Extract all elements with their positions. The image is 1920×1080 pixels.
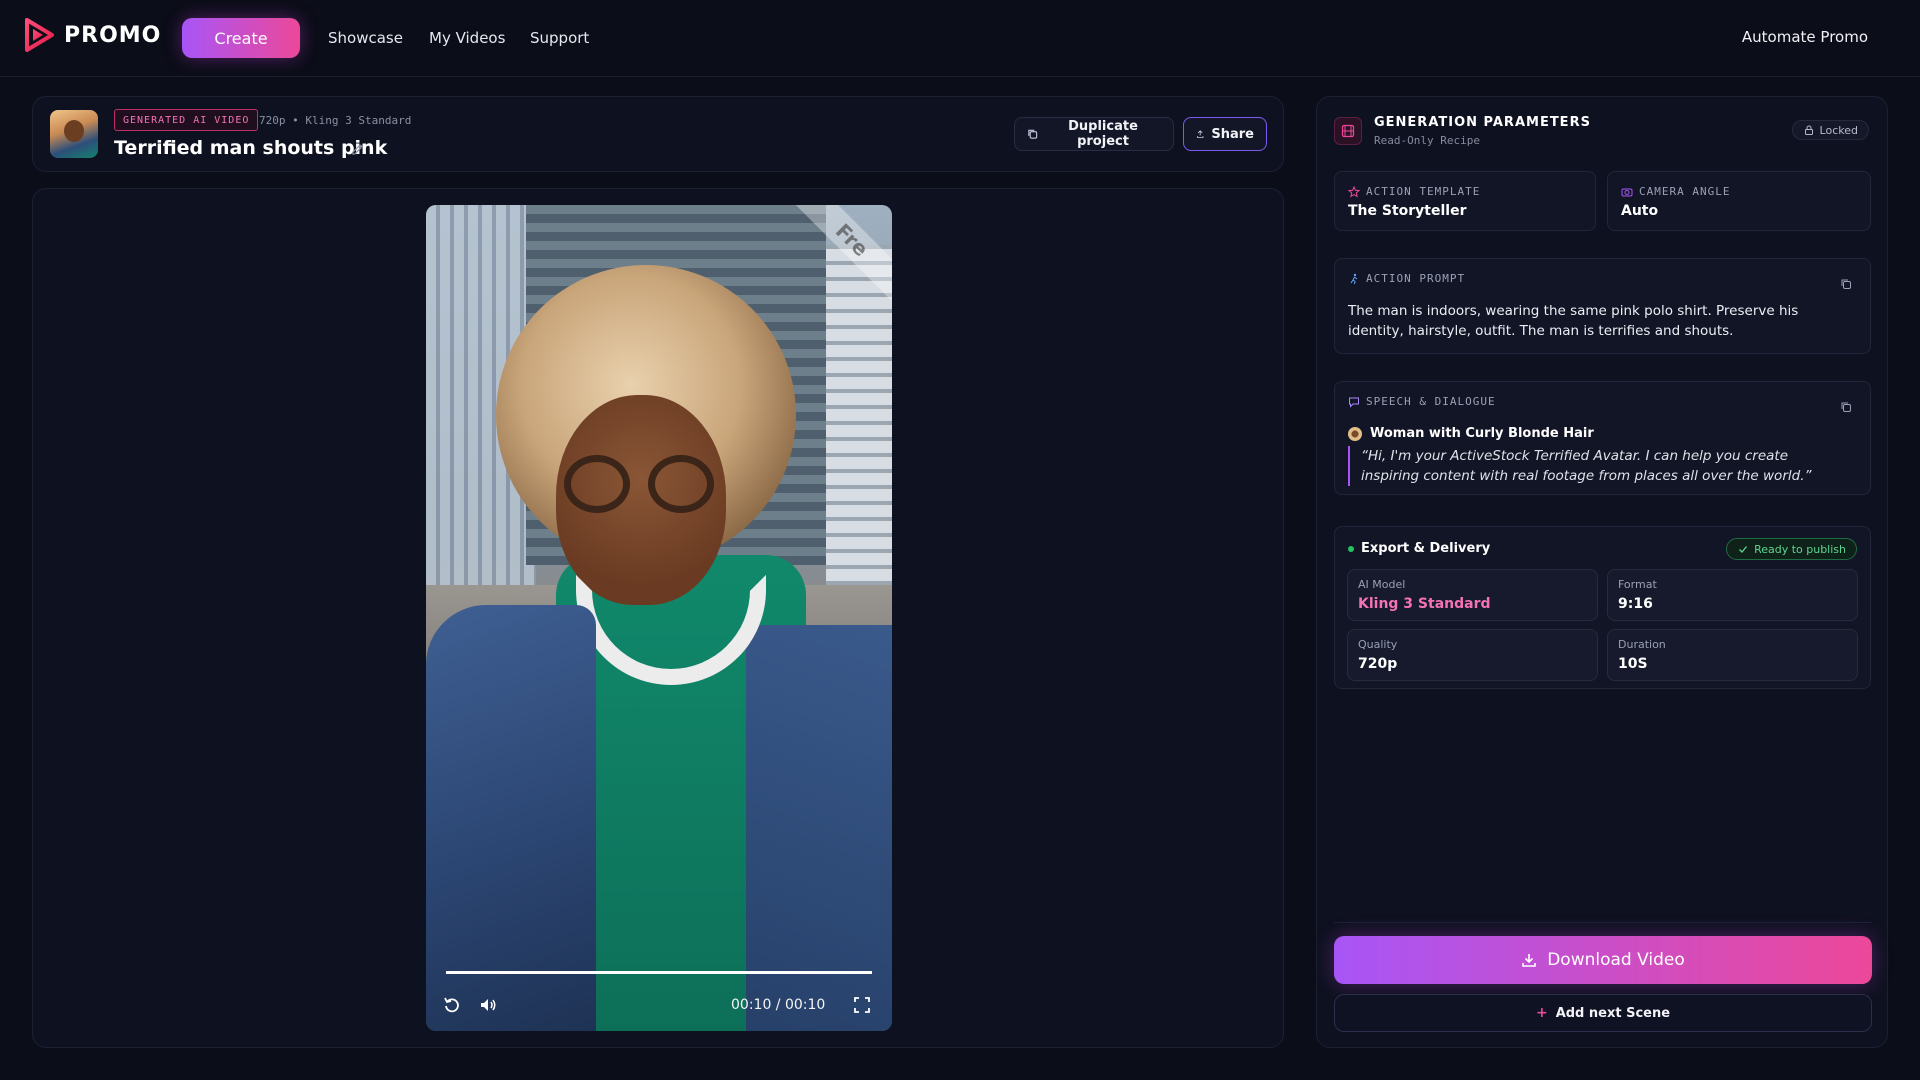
speech-label-row: SPEECH & DIALOGUE: [1348, 395, 1496, 408]
ready-label: Ready to publish: [1754, 542, 1846, 556]
speaker-avatar: [1348, 426, 1362, 441]
duration-tile: Duration 10S: [1607, 629, 1858, 681]
action-prompt-text: The man is indoors, wearing the same pin…: [1348, 303, 1799, 339]
share-label: Share: [1211, 126, 1254, 142]
export-delivery-card: Export & Delivery Ready to publish AI Mo…: [1334, 526, 1871, 689]
create-button[interactable]: Create: [182, 18, 300, 58]
duration-label: Duration: [1618, 638, 1666, 651]
format-value: 9:16: [1618, 596, 1653, 612]
check-icon: [1739, 546, 1748, 553]
quality-label: Quality: [1358, 638, 1398, 651]
top-nav: PROMO Create Showcase My Videos Support …: [0, 0, 1920, 77]
running-icon: [1350, 273, 1358, 284]
nav-support[interactable]: Support: [530, 29, 589, 47]
nav-showcase[interactable]: Showcase: [328, 29, 403, 47]
generation-parameters-panel: GENERATION PARAMETERS Read-Only Recipe L…: [1316, 96, 1888, 1048]
camera-angle-card: CAMERA ANGLE Auto: [1607, 171, 1871, 231]
divider: [1334, 922, 1872, 923]
nav-my-videos[interactable]: My Videos: [429, 29, 505, 47]
download-label: Download Video: [1547, 950, 1685, 970]
locked-badge: Locked: [1791, 120, 1869, 140]
copy-prompt-icon[interactable]: [1840, 278, 1852, 290]
automate-promo-link[interactable]: Automate Promo: [1742, 28, 1868, 46]
plus-icon: +: [1535, 1005, 1548, 1021]
project-title: Terrified man shouts pink: [114, 137, 388, 159]
action-template-label-row: ACTION TEMPLATE: [1348, 185, 1480, 198]
pencil-icon[interactable]: [351, 142, 364, 155]
camera-angle-label: CAMERA ANGLE: [1639, 185, 1731, 198]
speaker-row: Woman with Curly Blonde Hair: [1348, 426, 1594, 441]
fullscreen-icon[interactable]: [852, 995, 872, 1015]
video-frame-glasses-right: [648, 455, 714, 513]
logo-text: PROMO: [64, 22, 162, 48]
duplicate-label: Duplicate project: [1068, 119, 1138, 149]
star-icon: [1348, 185, 1360, 198]
project-avatar: [50, 110, 98, 158]
quality-value: 720p: [1358, 656, 1398, 672]
duplicate-project-button[interactable]: Duplicate project: [1014, 117, 1174, 151]
status-dot: [1348, 545, 1354, 552]
speech-dialogue-card: SPEECH & DIALOGUE Woman with Curly Blond…: [1334, 381, 1871, 495]
upload-icon: [1196, 130, 1204, 138]
action-prompt-label: ACTION PROMPT: [1366, 272, 1466, 285]
add-scene-label: Add next Scene: [1555, 1005, 1671, 1021]
quality-tile: Quality 720p: [1347, 629, 1598, 681]
params-subtitle: Read-Only Recipe: [1374, 134, 1480, 147]
project-header: GENERATED AI VIDEO 720p • Kling 3 Standa…: [32, 96, 1284, 172]
action-template-label: ACTION TEMPLATE: [1366, 185, 1481, 198]
replay-icon[interactable]: [442, 995, 462, 1015]
download-icon: [1522, 954, 1537, 967]
locked-label: Locked: [1819, 123, 1858, 137]
speaker-name: Woman with Curly Blonde Hair: [1370, 426, 1594, 441]
action-prompt-card: ACTION PROMPT The man is indoors, wearin…: [1334, 258, 1871, 354]
video-time: 00:10 / 00:10: [731, 997, 826, 1013]
video-panel: Fre 00:10 / 00:10: [32, 188, 1284, 1048]
chat-bubble-icon: [1349, 397, 1359, 408]
ai-model-label: AI Model: [1358, 578, 1406, 591]
action-prompt-label-row: ACTION PROMPT: [1348, 272, 1465, 285]
lock-icon: [1804, 125, 1813, 135]
speech-label: SPEECH & DIALOGUE: [1366, 395, 1496, 408]
volume-icon[interactable]: [478, 995, 498, 1015]
video-player[interactable]: Fre 00:10 / 00:10: [426, 205, 892, 1031]
camera-angle-value: Auto: [1621, 203, 1659, 219]
share-button[interactable]: Share: [1183, 117, 1267, 151]
play-logo-icon: [25, 18, 54, 52]
export-title-row: Export & Delivery: [1348, 541, 1490, 556]
add-next-scene-button[interactable]: + Add next Scene: [1334, 994, 1872, 1032]
copy-speech-icon[interactable]: [1840, 401, 1852, 413]
ai-model-value: Kling 3 Standard: [1358, 596, 1491, 612]
params-title: GENERATION PARAMETERS: [1374, 115, 1591, 130]
logo[interactable]: PROMO: [24, 18, 161, 52]
camera-angle-label-row: CAMERA ANGLE: [1621, 185, 1730, 198]
download-video-button[interactable]: Download Video: [1334, 936, 1872, 984]
action-template-card: ACTION TEMPLATE The Storyteller: [1334, 171, 1596, 231]
film-icon: [1334, 117, 1362, 145]
project-meta: 720p • Kling 3 Standard: [259, 114, 412, 127]
video-progress-fill: [446, 971, 872, 974]
copy-icon: [1028, 129, 1038, 139]
video-progress-bar[interactable]: [446, 971, 872, 974]
video-frame-jacket-left: [426, 605, 596, 1031]
ready-to-publish-badge: Ready to publish: [1726, 538, 1857, 560]
ai-model-tile: AI Model Kling 3 Standard: [1347, 569, 1598, 621]
video-frame-glasses-left: [564, 455, 630, 513]
action-template-value: The Storyteller: [1348, 203, 1467, 219]
duration-value: 10S: [1618, 656, 1648, 672]
format-label: Format: [1618, 578, 1657, 591]
generated-badge: GENERATED AI VIDEO: [114, 109, 259, 131]
dialogue-quote: “Hi, I'm your ActiveStock Terrified Avat…: [1348, 446, 1848, 486]
camera-icon: [1621, 188, 1633, 196]
format-tile: Format 9:16: [1607, 569, 1858, 621]
export-title: Export & Delivery: [1361, 541, 1491, 556]
